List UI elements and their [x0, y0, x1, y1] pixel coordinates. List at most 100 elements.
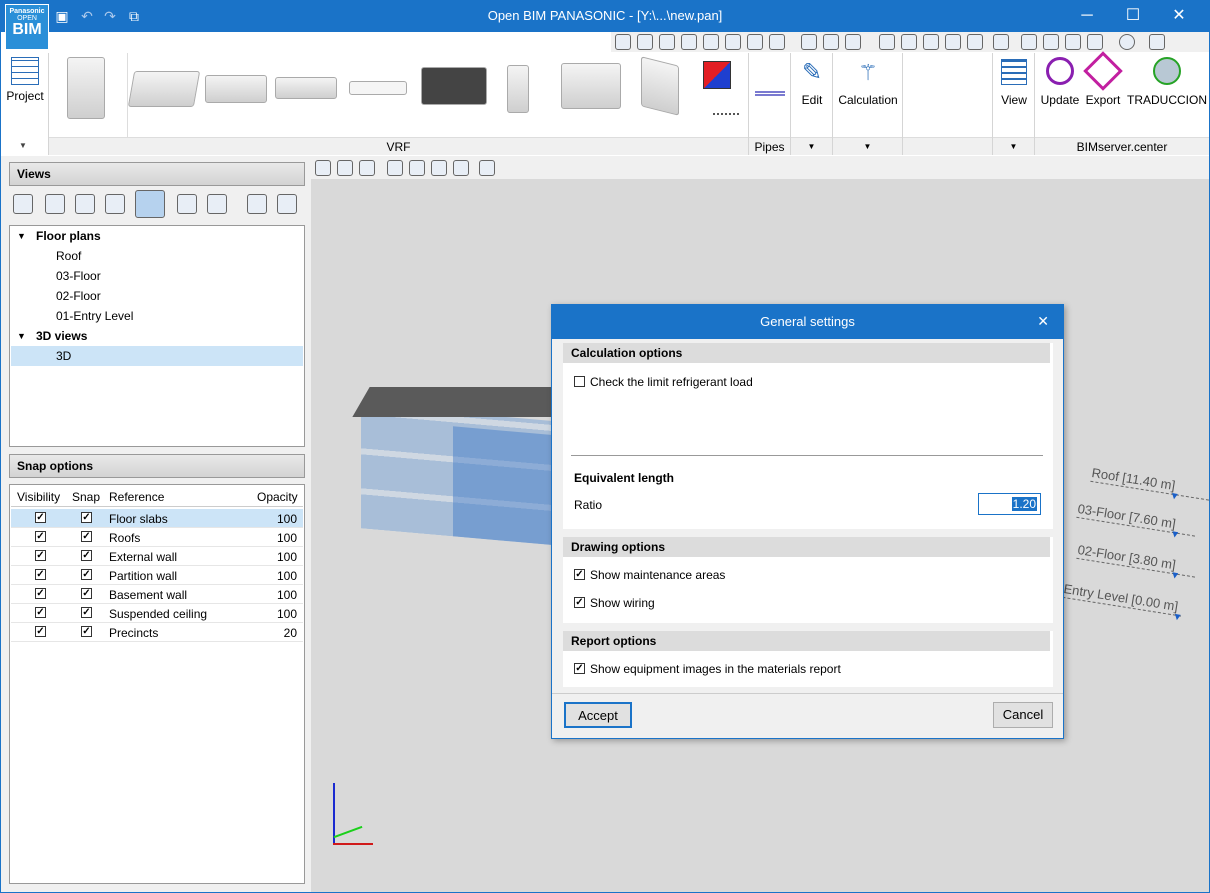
table-row[interactable]: ✓ ✓ Partition wall 100: [11, 566, 303, 585]
section-icon[interactable]: [387, 160, 403, 176]
column-header[interactable]: Reference: [109, 490, 164, 504]
column-header[interactable]: Snap: [72, 490, 100, 504]
dialog-close-button[interactable]: ✕: [1037, 313, 1049, 330]
cancel-button[interactable]: Cancel: [993, 702, 1053, 728]
table-row[interactable]: ✓ ✓ Suspended ceiling 100: [11, 604, 303, 623]
pan-icon[interactable]: [725, 34, 741, 50]
wiring-checkbox[interactable]: ✓: [574, 597, 585, 608]
angle-icon[interactable]: [1021, 34, 1037, 50]
snap-checkbox[interactable]: ✓: [81, 607, 92, 618]
book-icon[interactable]: [1149, 34, 1165, 50]
box-view-icon[interactable]: [247, 194, 267, 214]
pipe-icon[interactable]: [755, 91, 785, 96]
add-view-icon[interactable]: [13, 194, 33, 214]
3d-settings-icon[interactable]: [479, 160, 495, 176]
snap-checkbox[interactable]: ✓: [81, 550, 92, 561]
zoom-icon[interactable]: [703, 34, 719, 50]
wall-unit-icon[interactable]: [349, 81, 407, 95]
visibility-checkbox[interactable]: ✓: [35, 531, 46, 542]
snap-checkbox[interactable]: ✓: [81, 512, 92, 523]
project-button[interactable]: Project: [1, 57, 49, 103]
delete-view-icon[interactable]: [105, 194, 125, 214]
mesh-icon[interactable]: [901, 34, 917, 50]
accept-button[interactable]: Accept: [564, 702, 632, 728]
globe-icon[interactable]: [1119, 34, 1135, 50]
axes-icon[interactable]: [315, 160, 331, 176]
dxf-icon[interactable]: [801, 34, 817, 50]
maintenance-areas-checkbox[interactable]: ✓: [574, 569, 585, 580]
box-icon[interactable]: [431, 160, 447, 176]
plane-icon[interactable]: [409, 160, 425, 176]
ducted-unit-icon[interactable]: [205, 75, 267, 103]
opacity-cell[interactable]: 100: [277, 512, 297, 526]
keyboard-icon[interactable]: [945, 34, 961, 50]
ahu-kit-icon[interactable]: [561, 63, 621, 109]
comment-icon[interactable]: [1065, 34, 1081, 50]
ratio-input[interactable]: 1.20: [978, 493, 1041, 515]
snap-checkbox[interactable]: ✓: [81, 531, 92, 542]
rectangle-icon[interactable]: [879, 34, 895, 50]
minimize-button[interactable]: ─: [1064, 0, 1110, 32]
chevron-down-icon[interactable]: ▼: [19, 141, 27, 150]
visibility-checkbox[interactable]: ✓: [35, 588, 46, 599]
magnet-icon[interactable]: [845, 34, 861, 50]
column-header[interactable]: Opacity: [257, 490, 298, 504]
wire-icon[interactable]: [713, 113, 739, 115]
zoom-window-icon[interactable]: [659, 34, 675, 50]
cassette-unit-icon[interactable]: [127, 71, 201, 107]
view-dropdown[interactable]: ▼: [993, 137, 1034, 155]
tree-item-3d[interactable]: 3D: [11, 346, 303, 366]
table-row[interactable]: ✓ ✓ Roofs 100: [11, 528, 303, 547]
edit-button[interactable]: ✎ Edit: [791, 59, 833, 107]
zoom-extents-icon[interactable]: [637, 34, 653, 50]
scale-icon[interactable]: [967, 34, 983, 50]
outdoor-unit-icon[interactable]: [67, 57, 105, 119]
hide-icon[interactable]: [453, 160, 469, 176]
opacity-cell[interactable]: 100: [277, 569, 297, 583]
opacity-cell[interactable]: 100: [277, 588, 297, 602]
close-button[interactable]: ✕: [1156, 0, 1202, 32]
color-toggle-icon[interactable]: [703, 61, 731, 89]
visibility-icon[interactable]: [337, 160, 353, 176]
tree-item-roof[interactable]: Roof: [11, 246, 303, 266]
orbit-icon[interactable]: [615, 34, 631, 50]
move-icon[interactable]: [747, 34, 763, 50]
edit-view-icon[interactable]: [45, 194, 65, 214]
visibility-checkbox[interactable]: ✓: [35, 569, 46, 580]
tools-icon[interactable]: [1087, 34, 1103, 50]
table-row[interactable]: ✓ ✓ Basement wall 100: [11, 585, 303, 604]
update-button[interactable]: Update: [1037, 57, 1083, 107]
ventilation-unit-icon[interactable]: [641, 56, 679, 116]
visibility-checkbox[interactable]: ✓: [35, 550, 46, 561]
visibility-checkbox[interactable]: ✓: [35, 626, 46, 637]
eye-view-icon[interactable]: [135, 190, 165, 218]
calculation-dropdown[interactable]: ▼: [833, 137, 902, 155]
copy-view-icon[interactable]: [75, 194, 95, 214]
table-row[interactable]: ✓ ✓ Precincts 20: [11, 623, 303, 642]
tree-group-floor-plans[interactable]: ▼ Floor plans: [11, 226, 303, 246]
chevron-down-icon[interactable]: ▼: [17, 226, 26, 246]
ceiling-unit-icon[interactable]: [275, 77, 337, 99]
hydro-unit-icon[interactable]: [507, 65, 529, 113]
opacity-cell[interactable]: 100: [277, 550, 297, 564]
snap-checkbox[interactable]: ✓: [81, 626, 92, 637]
rotate-icon[interactable]: [1043, 34, 1059, 50]
redraw-icon[interactable]: [681, 34, 697, 50]
orbit-3d-icon[interactable]: [359, 160, 375, 176]
tree-group-3d-views[interactable]: ▼ 3D views: [11, 326, 303, 346]
limit-refrigerant-checkbox[interactable]: [574, 376, 585, 387]
opacity-cell[interactable]: 100: [277, 607, 297, 621]
tree-item-02-floor[interactable]: 02-Floor: [11, 286, 303, 306]
export-view-icon[interactable]: [277, 194, 297, 214]
floor-unit-icon[interactable]: [421, 67, 487, 105]
visibility-checkbox[interactable]: ✓: [35, 607, 46, 618]
calculation-button[interactable]: ⚚ Calculation: [833, 59, 903, 107]
camera-icon[interactable]: [177, 194, 197, 214]
maximize-button[interactable]: ☐: [1110, 0, 1156, 32]
table-row[interactable]: ✓ ✓ Floor slabs 100: [11, 509, 303, 528]
snap-checkbox[interactable]: ✓: [81, 588, 92, 599]
edit-dropdown[interactable]: ▼: [791, 137, 832, 155]
chevron-down-icon[interactable]: ▼: [17, 326, 26, 346]
grid-icon[interactable]: [823, 34, 839, 50]
crop-icon[interactable]: [993, 34, 1009, 50]
